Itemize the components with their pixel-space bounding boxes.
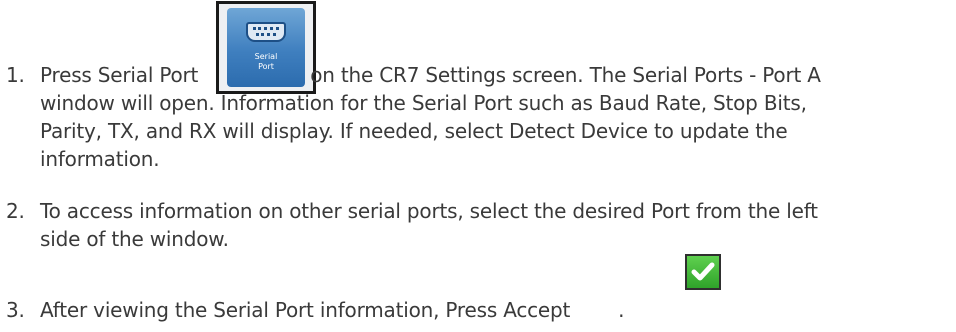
instructions-document: Serial Port 1. Press Serial Port on the C… xyxy=(0,0,956,332)
step-line: Press Serial Port on the CR7 Settings scr… xyxy=(40,63,821,87)
accept-checkmark-icon xyxy=(685,254,721,290)
step-line: To access information on other serial po… xyxy=(40,199,818,223)
step-text: Press Serial Port on the CR7 Settings scr… xyxy=(40,61,950,173)
step-text: After viewing the Serial Port informatio… xyxy=(40,296,950,324)
step-line: window will open. Information for the Se… xyxy=(40,91,807,115)
step-number: 2. xyxy=(6,199,25,223)
step-text: To access information on other serial po… xyxy=(40,197,950,253)
step-line: Parity, TX, and RX will display. If need… xyxy=(40,119,788,143)
checkmark-glyph xyxy=(691,262,715,281)
step-number: 1. xyxy=(6,63,25,87)
step-line: information. xyxy=(40,147,160,171)
serial-connector-glyph xyxy=(246,22,286,42)
step-line: After viewing the Serial Port informatio… xyxy=(40,298,625,322)
step-line: side of the window. xyxy=(40,227,229,251)
step-number: 3. xyxy=(6,298,25,322)
